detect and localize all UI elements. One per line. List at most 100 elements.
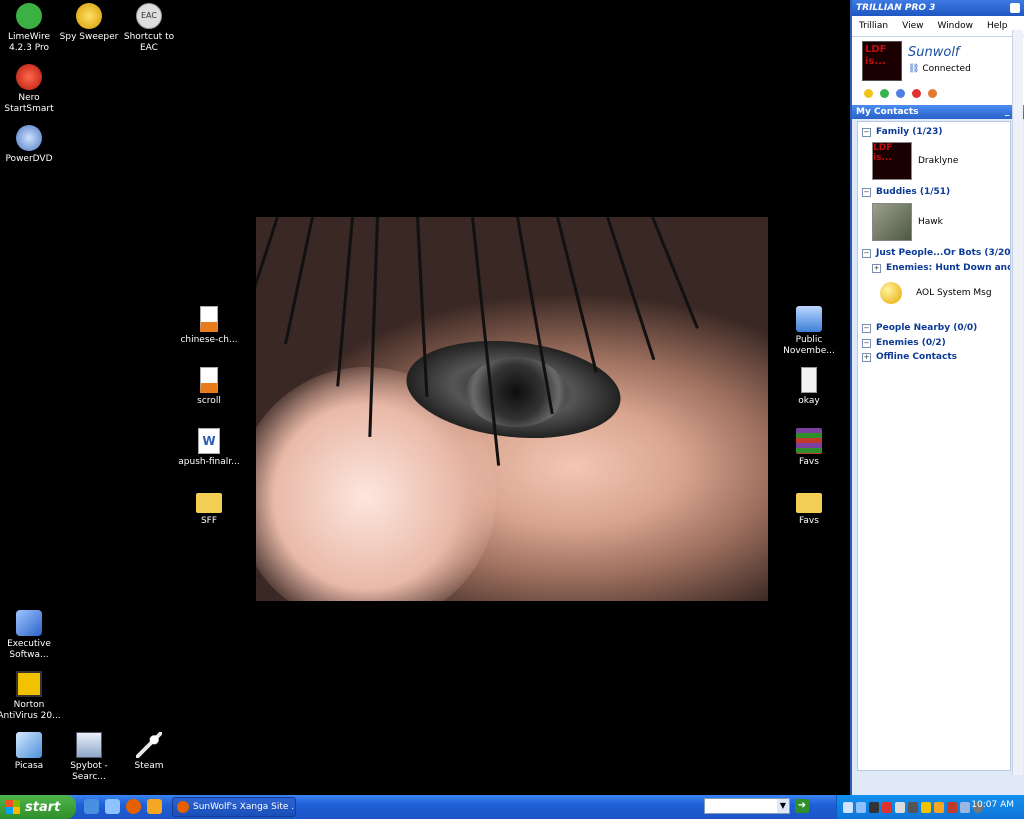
windows-flag-icon — [6, 800, 20, 814]
winamp-icon[interactable] — [147, 799, 162, 814]
collapse-icon: − — [862, 127, 871, 137]
collapse-icon: − — [862, 323, 871, 333]
menu-window[interactable]: Window — [930, 21, 980, 31]
system-tray: 10:07 AM — [836, 795, 1024, 819]
picasa-icon — [16, 732, 42, 758]
desktop-icon-chinese-ch[interactable]: chinese-ch... — [177, 306, 241, 346]
folder-icon — [196, 493, 222, 513]
desktop-icon-scroll[interactable]: scroll — [177, 367, 241, 407]
norton-tray-icon[interactable] — [921, 801, 931, 813]
buddy-hawk[interactable]: Hawk — [872, 203, 943, 241]
spybot-icon — [76, 732, 102, 758]
desktop: LimeWire 4.2.3 Pro Spy Sweeper EAC Short… — [0, 0, 850, 795]
desktop-icon-favs-folder[interactable]: Favs — [777, 489, 841, 527]
group-buddies[interactable]: − Buddies (1/51) — [862, 187, 950, 197]
desktop-icon-limewire[interactable]: LimeWire 4.2.3 Pro — [0, 3, 61, 54]
buddy-draklyne[interactable]: LDF is... Draklyne — [872, 142, 958, 180]
trillian-ql-icon[interactable] — [105, 799, 120, 814]
desktop-icon-public-november[interactable]: Public Novembe... — [777, 306, 841, 357]
network-icon — [796, 306, 822, 332]
buddy-avatar — [872, 203, 912, 241]
desktop-icon-okay[interactable]: okay — [777, 367, 841, 407]
chevron-down-icon[interactable]: ▼ — [777, 799, 789, 813]
connected-icon: ⛓ — [908, 64, 920, 74]
desktop-icon-favs-archive[interactable]: Favs — [777, 428, 841, 468]
group-people-nearby[interactable]: − People Nearby (0/0) — [862, 323, 977, 333]
trillian-brand: TRILLIAN PRO 3 — [856, 3, 936, 13]
profile-status[interactable]: ⛓ Connected — [908, 64, 971, 74]
trillian-title-bar[interactable]: TRILLIAN PRO 3 — [852, 0, 1024, 16]
folder-icon — [796, 493, 822, 513]
desktop-icon-nero[interactable]: Nero StartSmart — [0, 64, 61, 115]
expand-icon: + — [862, 352, 871, 362]
ie-icon[interactable] — [84, 799, 99, 814]
norton-icon — [16, 671, 42, 697]
contacts-header: My Contacts _ ✕ — [852, 105, 1024, 119]
diskeeper-icon — [16, 610, 42, 636]
avatar[interactable] — [862, 41, 902, 81]
desktop-icon-spy-sweeper[interactable]: Spy Sweeper — [57, 3, 121, 43]
desktop-icon-spybot[interactable]: Spybot - Searc... — [57, 732, 121, 783]
trillian-tray-icon[interactable] — [856, 801, 866, 813]
trillian-window-menu-icon[interactable] — [1010, 3, 1020, 13]
trillian-menu-bar: Trillian View Window Help — [852, 16, 1024, 37]
menu-trillian[interactable]: Trillian — [852, 21, 895, 31]
network-tray-icon[interactable] — [843, 801, 853, 813]
eac-icon: EAC — [136, 3, 162, 29]
aim-tray-icon[interactable] — [934, 801, 944, 813]
expand-icon: + — [872, 263, 881, 273]
trillian-scrollbar[interactable] — [1012, 30, 1023, 775]
steam-tray-icon[interactable] — [908, 801, 918, 813]
wallpaper-eye-photo — [256, 217, 768, 601]
limewire-icon — [16, 3, 42, 29]
text-file-icon — [801, 367, 817, 393]
address-bar-input[interactable]: ▼ — [704, 798, 790, 814]
taskbar-item-xanga[interactable]: SunWolf's Xanga Site ... — [172, 797, 296, 817]
powerdvd-icon — [16, 125, 42, 151]
spy-sweeper-icon — [76, 3, 102, 29]
steam-icon — [136, 732, 162, 758]
volume-tray-icon[interactable] — [895, 801, 905, 813]
desktop-icon-powerdvd[interactable]: PowerDVD — [0, 125, 61, 165]
antivirus-tray-icon[interactable] — [947, 801, 957, 813]
media-tray-icon[interactable] — [960, 801, 970, 813]
nero-icon — [16, 64, 42, 90]
group-offline[interactable]: + Offline Contacts — [862, 352, 957, 362]
group-enemies[interactable]: − Enemies (0/2) — [862, 338, 946, 348]
desktop-icon-picasa[interactable]: Picasa — [0, 732, 61, 772]
status-dot-yellow[interactable] — [864, 89, 873, 98]
status-dot-green[interactable] — [880, 89, 889, 98]
status-dot-red[interactable] — [912, 89, 921, 98]
go-arrow-icon[interactable]: ➜ — [795, 799, 809, 813]
spy-sweeper-tray-icon[interactable] — [869, 801, 879, 813]
aol-coin-icon — [880, 282, 902, 304]
status-dot-blue[interactable] — [896, 89, 905, 98]
desktop-icon-norton[interactable]: Norton AntiVirus 20... — [0, 671, 61, 722]
status-dot-orange[interactable] — [928, 89, 937, 98]
collapse-icon: − — [862, 187, 871, 197]
menu-view[interactable]: View — [895, 21, 930, 31]
desktop-icon-sff[interactable]: SFF — [177, 489, 241, 527]
start-button[interactable]: start — [0, 795, 76, 819]
msn-tray-icon[interactable] — [882, 801, 892, 813]
html-file-icon — [200, 306, 218, 332]
desktop-icon-executive-software[interactable]: Executive Softwa... — [0, 610, 61, 661]
group-just-people[interactable]: − Just People...Or Bots (3/20) — [862, 248, 1010, 258]
desktop-icon-steam[interactable]: Steam — [117, 732, 181, 772]
collapse-icon: − — [862, 248, 871, 258]
contact-list: − Family (1/23) LDF is... Draklyne − Buddie… — [857, 121, 1011, 771]
trillian-window: TRILLIAN PRO 3 Trillian View Window Help… — [850, 0, 1024, 795]
firefox-icon[interactable] — [126, 799, 141, 814]
winrar-icon — [796, 428, 822, 454]
clock: 10:07 AM — [971, 800, 1014, 810]
desktop-icon-eac[interactable]: EAC Shortcut to EAC — [117, 3, 181, 54]
menu-help[interactable]: Help — [980, 21, 1015, 31]
status-selector — [864, 89, 937, 98]
buddy-aol-system[interactable]: AOL System Msg — [872, 282, 992, 304]
group-family[interactable]: − Family (1/23) — [862, 127, 943, 137]
buddy-avatar: LDF is... — [872, 142, 912, 180]
word-doc-icon: W — [198, 428, 220, 454]
desktop-icon-apush-final[interactable]: W apush-finalr... — [177, 428, 241, 468]
group-enemies-hunt[interactable]: + Enemies: Hunt Down and... — [872, 263, 1010, 273]
html-file-icon — [200, 367, 218, 393]
